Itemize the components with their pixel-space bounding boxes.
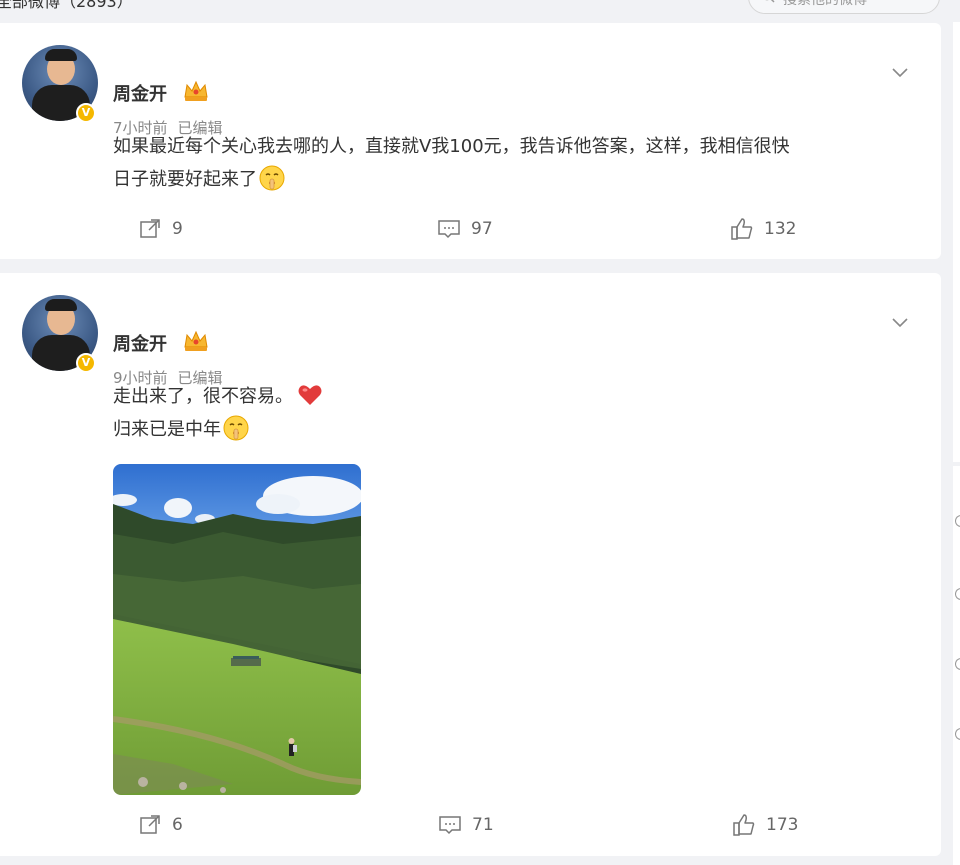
like-count: 132 (764, 219, 797, 239)
post-card: V 周金开 7小时前 已编辑 如果最近每个关心我去哪的人，直接就V我100元，我告… (0, 23, 941, 259)
repost-icon (140, 815, 160, 834)
verified-badge: V (76, 353, 96, 373)
comment-icon (439, 816, 461, 835)
post-image[interactable] (113, 464, 361, 795)
comment-icon (438, 220, 460, 239)
shush-emoji-icon (259, 165, 285, 191)
post-text-line: 如果最近每个关心我去哪的人，直接就V我100元，我告诉他答案，这样，我相信很快 (113, 136, 790, 157)
comment-button[interactable]: 97 (437, 214, 493, 244)
like-button[interactable]: 173 (732, 810, 798, 840)
comment-count: 97 (471, 219, 493, 239)
comment-count: 71 (472, 815, 494, 835)
repost-icon (140, 219, 160, 238)
right-sidebar-top (953, 22, 960, 462)
crown-icon (184, 330, 208, 351)
author-name[interactable]: 周金开 (113, 80, 167, 106)
search-icon (765, 0, 775, 3)
like-icon (733, 814, 755, 836)
post-text-line-row: 归来已是中年 (113, 413, 323, 446)
post-text-line-row: 走出来了，很不容易。 (113, 380, 323, 413)
sidebar-icon[interactable] (955, 588, 960, 600)
verified-badge: V (76, 103, 96, 123)
repost-button[interactable]: 6 (138, 810, 183, 840)
sidebar-icon[interactable] (955, 728, 960, 740)
post-actions: 9 97 132 (0, 214, 941, 244)
post-text-line: 走出来了，很不容易。 (113, 386, 293, 407)
mountain-meadow-photo (113, 464, 361, 795)
crown-icon (184, 80, 208, 101)
post-text: 走出来了，很不容易。 归来已是中年 (113, 380, 323, 446)
shush-emoji-icon (223, 415, 249, 441)
post-text-line: 归来已是中年 (113, 419, 221, 440)
feed-title: 全部微博（2893） (0, 0, 133, 11)
top-bar: 全部微博（2893） 搜索他的微博 (0, 0, 960, 22)
heart-emoji-icon (298, 385, 322, 405)
repost-button[interactable]: 9 (138, 214, 183, 244)
post-actions: 6 71 173 (0, 810, 941, 840)
like-icon (731, 218, 753, 240)
post-text-line-row: 日子就要好起来了 (113, 163, 790, 196)
repost-count: 6 (172, 815, 183, 835)
repost-count: 9 (172, 219, 183, 239)
chevron-down-icon[interactable] (890, 65, 910, 79)
like-button[interactable]: 132 (730, 214, 796, 244)
comment-button[interactable]: 71 (438, 810, 494, 840)
sidebar-icon[interactable] (955, 658, 960, 670)
post-card: V 周金开 9小时前 已编辑 走出来了，很不容易。 归来已是中年 6 71 17… (0, 273, 941, 856)
author-name[interactable]: 周金开 (113, 330, 167, 356)
sidebar-icon[interactable] (955, 515, 960, 527)
search-placeholder: 搜索他的微博 (783, 0, 867, 8)
post-text-line: 日子就要好起来了 (113, 169, 257, 190)
search-input[interactable]: 搜索他的微博 (748, 0, 940, 14)
like-count: 173 (766, 815, 799, 835)
chevron-down-icon[interactable] (890, 315, 910, 329)
post-text: 如果最近每个关心我去哪的人，直接就V我100元，我告诉他答案，这样，我相信很快 … (113, 130, 790, 196)
